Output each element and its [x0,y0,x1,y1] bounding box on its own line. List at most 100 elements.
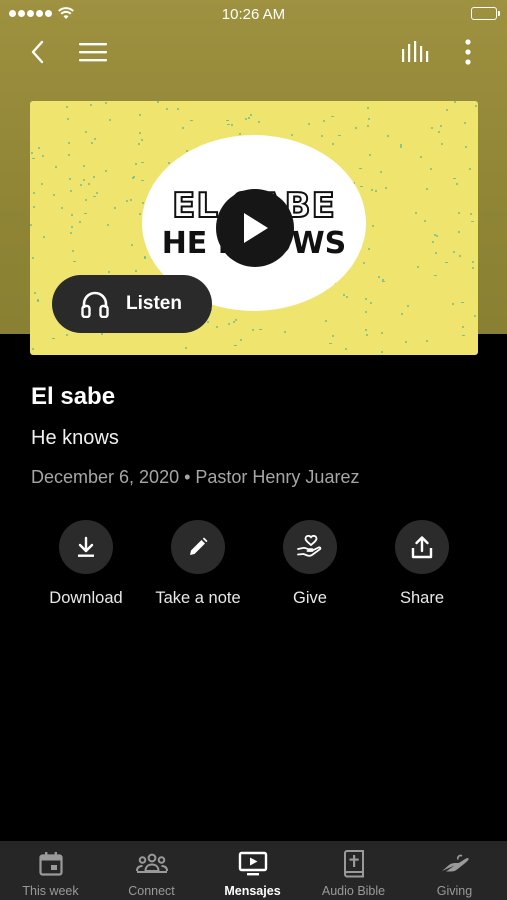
artwork-speck [141,179,145,181]
artwork-speck [141,138,144,141]
listen-label: Listen [126,293,182,314]
tab-audio-bible[interactable]: Audio Bible [303,841,404,900]
artwork-speck [31,347,34,350]
artwork-speck [291,134,294,137]
share-label: Share [399,589,445,607]
artwork-speck [55,165,58,168]
artwork-speck [464,145,467,148]
message-subtitle: He knows [31,427,119,449]
back-button[interactable] [20,34,56,70]
audio-levels-button[interactable] [397,34,433,70]
artwork-speck [440,143,443,146]
battery-icon [471,7,500,20]
artwork-speck [181,127,184,130]
artwork-speck [226,120,230,121]
tab-label-this-week: This week [22,884,79,898]
tab-giving[interactable]: Giving [404,841,505,900]
artwork-speck [66,118,69,121]
artwork-speck [284,331,287,334]
artwork-speck [461,334,465,336]
artwork-speck [363,262,366,265]
artwork-speck [94,138,97,141]
top-nav [0,34,507,70]
tab-this-week[interactable]: This week [0,841,101,900]
status-bar: 10:26 AM [0,0,507,28]
download-circle[interactable] [59,520,113,574]
more-vertical-icon [465,39,471,65]
artwork-speck [429,167,432,170]
artwork-speck [473,314,476,317]
artwork-speck [460,302,464,304]
menu-button[interactable] [75,34,111,70]
message-actions: Download Take a note Give Share [0,520,507,620]
artwork-speck [239,338,242,341]
share-icon [411,536,433,559]
artwork-speck [233,320,236,323]
pencil-icon [190,537,208,555]
give-button[interactable]: Give [254,520,366,608]
artwork-speck [434,275,438,277]
sermon-artwork[interactable]: EL SABE HE KNOWS Listen [30,101,478,355]
artwork-speck [471,267,474,270]
artwork-speck [30,223,33,226]
tab-label-giving: Giving [436,884,473,898]
artwork-speck [165,108,168,111]
artwork-speck [364,298,367,301]
artwork-speck [354,127,357,130]
tab-connect[interactable]: Connect [101,841,202,900]
people-icon [135,853,168,873]
download-icon [78,536,94,557]
artwork-speck [206,321,209,324]
artwork-speck [406,304,409,307]
artwork-speck [239,132,242,135]
listen-button[interactable]: Listen [52,275,212,333]
artwork-speck [463,121,466,124]
artwork-speck [52,337,56,339]
artwork-speck [259,329,262,330]
artwork-speck [400,313,403,316]
artwork-speck [33,291,36,294]
artwork-speck [369,153,372,156]
tab-label-audio-bible: Audio Bible [321,884,386,898]
take-note-circle[interactable] [171,520,225,574]
artwork-speck [342,293,345,296]
artwork-speck [419,155,422,158]
artwork-speck [177,107,180,110]
tab-mensajes[interactable]: Mensajes [202,841,303,900]
artwork-speck [338,134,342,136]
artwork-speck [367,125,370,128]
artwork-speck [445,109,448,112]
more-options-button[interactable] [450,34,486,70]
artwork-speck [324,320,327,323]
artwork-speck [71,225,74,228]
share-button[interactable]: Share [366,520,478,608]
tab-label-mensajes: Mensajes [224,884,281,898]
artwork-speck [67,142,70,145]
artwork-speck [331,143,334,146]
artwork-speck [65,334,68,337]
take-note-button[interactable]: Take a note [142,520,254,608]
artwork-speck [36,300,39,303]
artwork-speck [386,134,389,137]
artwork-speck [138,113,141,116]
artwork-speck [226,123,230,125]
artwork-speck [456,182,458,185]
play-button[interactable] [216,189,294,267]
artwork-speck [68,154,71,157]
share-circle[interactable] [395,520,449,574]
calendar-icon [38,852,63,876]
give-circle[interactable] [283,520,337,574]
artwork-speck [190,120,194,122]
artwork-speck [329,343,333,345]
artwork-speck [365,329,368,332]
artwork-speck [366,107,369,110]
download-button[interactable]: Download [30,520,142,608]
artwork-speck [381,280,385,282]
play-icon [244,213,268,243]
artwork-speck [431,127,434,130]
artwork-speck [247,117,250,120]
artwork-speck [31,158,35,160]
artwork-speck [438,130,441,133]
artwork-speck [138,142,141,145]
artwork-speck [250,114,253,117]
